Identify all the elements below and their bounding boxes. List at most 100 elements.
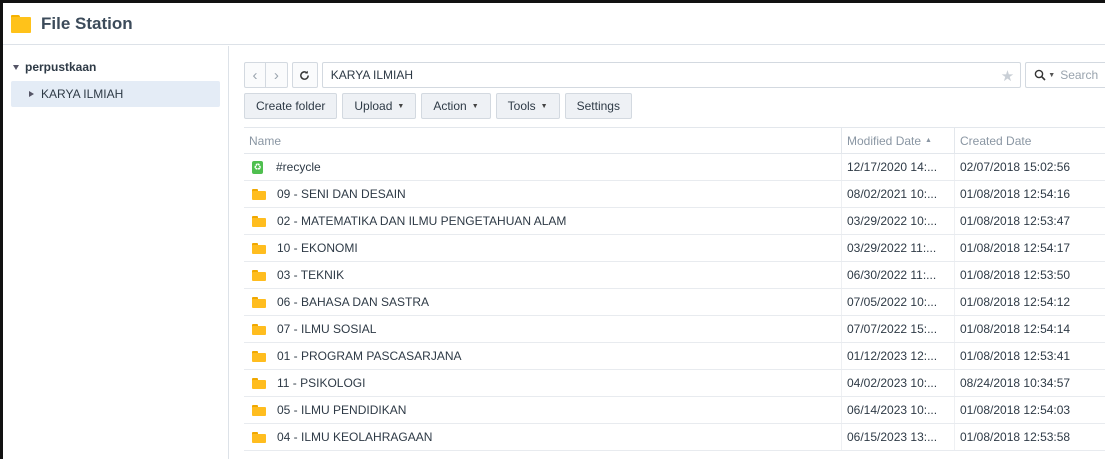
title-bar: File Station <box>3 3 1105 45</box>
cell-name: 10 - EKONOMI <box>244 235 841 261</box>
tools-label: Tools <box>507 99 536 113</box>
file-station-window: File Station perpustkaan KARYA ILMIAH ‹ … <box>0 0 1105 459</box>
cell-created-date: 01/08/2018 12:54:14 <box>954 316 1105 342</box>
folder-icon <box>252 296 266 308</box>
folder-icon <box>252 377 266 389</box>
table-row[interactable]: 01 - PROGRAM PASCASARJANA 01/12/2023 12:.… <box>244 343 1105 370</box>
table-row[interactable]: 11 - PSIKOLOGI 04/02/2023 10:... 08/24/201… <box>244 370 1105 397</box>
sidebar-item-label: KARYA ILMIAH <box>41 87 124 101</box>
file-name: 03 - TEKNIK <box>277 268 345 282</box>
column-created-label: Created Date <box>960 133 1032 148</box>
upload-button[interactable]: Upload ▼ <box>342 93 417 119</box>
grid-header: Name Modified Date ▲ Created Date <box>244 127 1105 154</box>
tree-root-label: perpustkaan <box>25 60 97 74</box>
file-name: #recycle <box>276 160 321 174</box>
create-folder-label: Create folder <box>256 99 326 113</box>
chevron-left-icon: ‹ <box>252 66 258 84</box>
cell-name: 03 - TEKNIK <box>244 262 841 288</box>
tree-root-perpustkaan[interactable]: perpustkaan <box>3 55 228 79</box>
path-bar: ‹ › KARYA ILMIAH ★ ▼ Search <box>244 62 1105 88</box>
sort-ascending-icon: ▲ <box>925 137 932 144</box>
back-button[interactable]: ‹ <box>244 62 266 88</box>
chevron-down-icon: ▼ <box>471 102 479 110</box>
table-row[interactable]: 02 - MATEMATIKA DAN ILMU PENGETAHUAN ALA… <box>244 208 1105 235</box>
folder-icon <box>252 431 266 443</box>
file-name: 07 - ILMU SOSIAL <box>277 322 377 336</box>
cell-modified-date: 07/05/2022 10:... <box>841 289 954 315</box>
cell-name: 07 - ILMU SOSIAL <box>244 316 841 342</box>
refresh-icon <box>300 70 310 80</box>
settings-label: Settings <box>576 99 620 113</box>
action-button[interactable]: Action ▼ <box>421 93 491 119</box>
refresh-button[interactable] <box>291 62 318 88</box>
folder-icon <box>252 269 266 281</box>
expand-arrow-icon[interactable] <box>13 64 19 70</box>
table-row[interactable]: 05 - ILMU PENDIDIKAN 06/14/2023 10:... 01/… <box>244 397 1105 424</box>
current-path: KARYA ILMIAH <box>330 68 414 82</box>
cell-created-date: 01/08/2018 12:53:58 <box>954 424 1105 450</box>
cell-created-date: 01/08/2018 12:53:50 <box>954 262 1105 288</box>
folder-icon <box>252 188 266 200</box>
folder-icon <box>252 215 266 227</box>
create-folder-button[interactable]: Create folder <box>244 93 338 119</box>
sidebar-item-karya-ilmiah[interactable]: KARYA ILMIAH <box>11 81 220 107</box>
cell-modified-date: 06/15/2023 13:... <box>841 424 954 450</box>
chevron-right-icon: › <box>273 66 279 84</box>
cell-modified-date: 08/02/2021 10:... <box>841 181 954 207</box>
sidebar-tree: perpustkaan KARYA ILMIAH <box>3 46 229 459</box>
recycle-icon: ♻ <box>252 160 263 174</box>
chevron-down-icon: ▼ <box>397 102 405 110</box>
tools-button[interactable]: Tools ▼ <box>495 93 560 119</box>
main-panel: ‹ › KARYA ILMIAH ★ ▼ Search Create folde… <box>230 46 1105 459</box>
action-label: Action <box>433 99 467 113</box>
file-name: 04 - ILMU KEOLAHRAGAAN <box>277 430 433 444</box>
cell-created-date: 01/08/2018 12:53:47 <box>954 208 1105 234</box>
upload-label: Upload <box>354 99 393 113</box>
table-row[interactable]: 07 - ILMU SOSIAL 07/07/2022 15:... 01/08/2… <box>244 316 1105 343</box>
folder-icon <box>252 350 266 362</box>
file-name: 02 - MATEMATIKA DAN ILMU PENGETAHUAN ALA… <box>277 214 567 228</box>
cell-name: 11 - PSIKOLOGI <box>244 370 841 396</box>
cell-created-date: 01/08/2018 12:54:12 <box>954 289 1105 315</box>
table-row[interactable]: 04 - ILMU KEOLAHRAGAAN 06/15/2023 13:... 0… <box>244 424 1105 451</box>
search-icon <box>1034 69 1046 81</box>
file-name: 05 - ILMU PENDIDIKAN <box>277 403 407 417</box>
cell-modified-date: 01/12/2023 12:... <box>841 343 954 369</box>
cell-modified-date: 04/02/2023 10:... <box>841 370 954 396</box>
chevron-down-icon: ▼ <box>540 102 548 110</box>
search-options-chevron-icon[interactable]: ▼ <box>1048 72 1055 79</box>
app-title: File Station <box>41 13 133 33</box>
grid-body: ♻ #recycle 12/17/2020 14:... 02/07/2018 15:… <box>244 154 1105 451</box>
cell-created-date: 02/07/2018 15:02:56 <box>954 154 1105 180</box>
cell-name: 02 - MATEMATIKA DAN ILMU PENGETAHUAN ALA… <box>244 208 841 234</box>
path-field[interactable]: KARYA ILMIAH ★ <box>321 62 1022 88</box>
cell-created-date: 01/08/2018 12:54:03 <box>954 397 1105 423</box>
cell-created-date: 01/08/2018 12:54:16 <box>954 181 1105 207</box>
cell-name: 04 - ILMU KEOLAHRAGAAN <box>244 424 841 450</box>
table-row[interactable]: 03 - TEKNIK 06/30/2022 11:... 01/08/2018 1… <box>244 262 1105 289</box>
collapse-arrow-icon[interactable] <box>29 91 34 97</box>
table-row[interactable]: 09 - SENI DAN DESAIN 08/02/2021 10:... 01/… <box>244 181 1105 208</box>
table-row[interactable]: 10 - EKONOMI 03/29/2022 11:... 01/08/2018 … <box>244 235 1105 262</box>
cell-modified-date: 06/30/2022 11:... <box>841 262 954 288</box>
forward-button[interactable]: › <box>265 62 288 88</box>
folder-icon <box>252 404 266 416</box>
file-grid: Name Modified Date ▲ Created Date ♻ #recy… <box>244 127 1105 459</box>
search-input[interactable]: ▼ Search <box>1025 62 1105 88</box>
table-row[interactable]: ♻ #recycle 12/17/2020 14:... 02/07/2018 15:… <box>244 154 1105 181</box>
toolbar: Create folder Upload ▼ Action ▼ Tools ▼ … <box>244 93 637 119</box>
column-modified-label: Modified Date <box>847 133 922 148</box>
cell-modified-date: 03/29/2022 11:... <box>841 235 954 261</box>
cell-modified-date: 07/07/2022 15:... <box>841 316 954 342</box>
settings-button[interactable]: Settings <box>564 93 632 119</box>
star-icon[interactable]: ★ <box>1001 67 1014 85</box>
column-header-modified-date[interactable]: Modified Date ▲ <box>841 128 954 153</box>
column-header-name[interactable]: Name <box>244 128 841 153</box>
column-name-label: Name <box>249 133 282 148</box>
file-name: 01 - PROGRAM PASCASARJANA <box>277 349 462 363</box>
cell-modified-date: 06/14/2023 10:... <box>841 397 954 423</box>
table-row[interactable]: 06 - BAHASA DAN SASTRA 07/05/2022 10:... 0… <box>244 289 1105 316</box>
column-header-created-date[interactable]: Created Date <box>954 128 1105 153</box>
file-name: 06 - BAHASA DAN SASTRA <box>277 295 430 309</box>
cell-name: 05 - ILMU PENDIDIKAN <box>244 397 841 423</box>
